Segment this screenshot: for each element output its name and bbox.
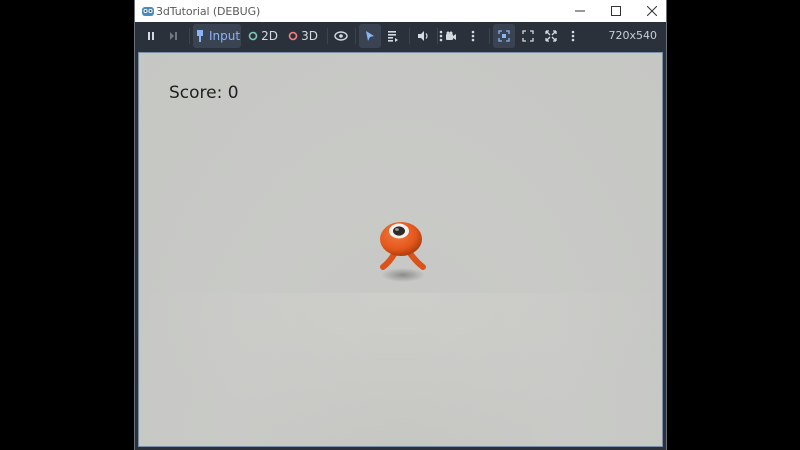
game-viewport[interactable]: Score: 0 xyxy=(138,52,663,448)
expand-button[interactable] xyxy=(518,22,538,50)
input-toggle-button[interactable]: Input xyxy=(193,24,241,48)
more-icon xyxy=(571,30,575,42)
select-cursor-icon xyxy=(366,31,374,41)
fullscreen-button[interactable] xyxy=(541,22,561,50)
title-bar[interactable]: 3dTutorial (DEBUG) xyxy=(135,0,666,22)
input-icon xyxy=(196,30,203,42)
step-frame-button[interactable] xyxy=(163,22,183,50)
speaker-icon xyxy=(418,31,428,41)
close-button[interactable] xyxy=(637,0,667,22)
more-icon xyxy=(471,30,475,42)
godot-app-icon xyxy=(142,7,154,16)
mode-2d-button[interactable]: 2D xyxy=(247,22,279,50)
window-title: 3dTutorial (DEBUG) xyxy=(156,5,261,18)
eye-icon xyxy=(334,31,348,41)
select-mode-button[interactable] xyxy=(359,24,381,48)
pause-button[interactable] xyxy=(141,22,161,50)
expand-icon xyxy=(522,30,534,42)
2d-icon xyxy=(248,31,258,41)
camera-icon xyxy=(446,31,456,40)
player-character xyxy=(380,222,426,282)
camera-override-button[interactable] xyxy=(441,22,461,50)
3d-icon xyxy=(288,31,298,41)
mute-audio-button[interactable] xyxy=(413,22,433,50)
fullscreen-icon xyxy=(545,30,557,42)
visibility-button[interactable] xyxy=(331,22,351,50)
maximize-button[interactable] xyxy=(601,0,631,22)
game-window: 3dTutorial (DEBUG) Input 2D 3D 720x540 S… xyxy=(134,0,667,450)
mode-3d-button[interactable]: 3D xyxy=(287,22,319,50)
embedded-camera-button[interactable] xyxy=(493,24,515,48)
fixed-camera-icon xyxy=(498,30,510,42)
list-icon xyxy=(388,31,398,42)
resolution-label: 720x540 xyxy=(608,29,657,42)
debug-toolbar: Input 2D 3D 720x540 xyxy=(135,22,666,50)
mode-2d-label: 2D xyxy=(261,29,278,43)
list-button[interactable] xyxy=(383,22,403,50)
mode-3d-label: 3D xyxy=(301,29,318,43)
close-icon xyxy=(647,6,657,16)
input-label: Input xyxy=(208,29,241,43)
camera-options-button[interactable] xyxy=(467,22,479,50)
view-options-button[interactable] xyxy=(567,22,579,50)
minimize-icon xyxy=(575,10,585,12)
pause-icon xyxy=(148,32,154,40)
maximize-icon xyxy=(611,6,621,16)
minimize-button[interactable] xyxy=(565,0,595,22)
step-frame-icon xyxy=(170,32,177,40)
score-label: Score: 0 xyxy=(169,83,239,103)
viewport-frame: Score: 0 xyxy=(135,50,666,450)
floor-gradient xyxy=(139,293,662,448)
